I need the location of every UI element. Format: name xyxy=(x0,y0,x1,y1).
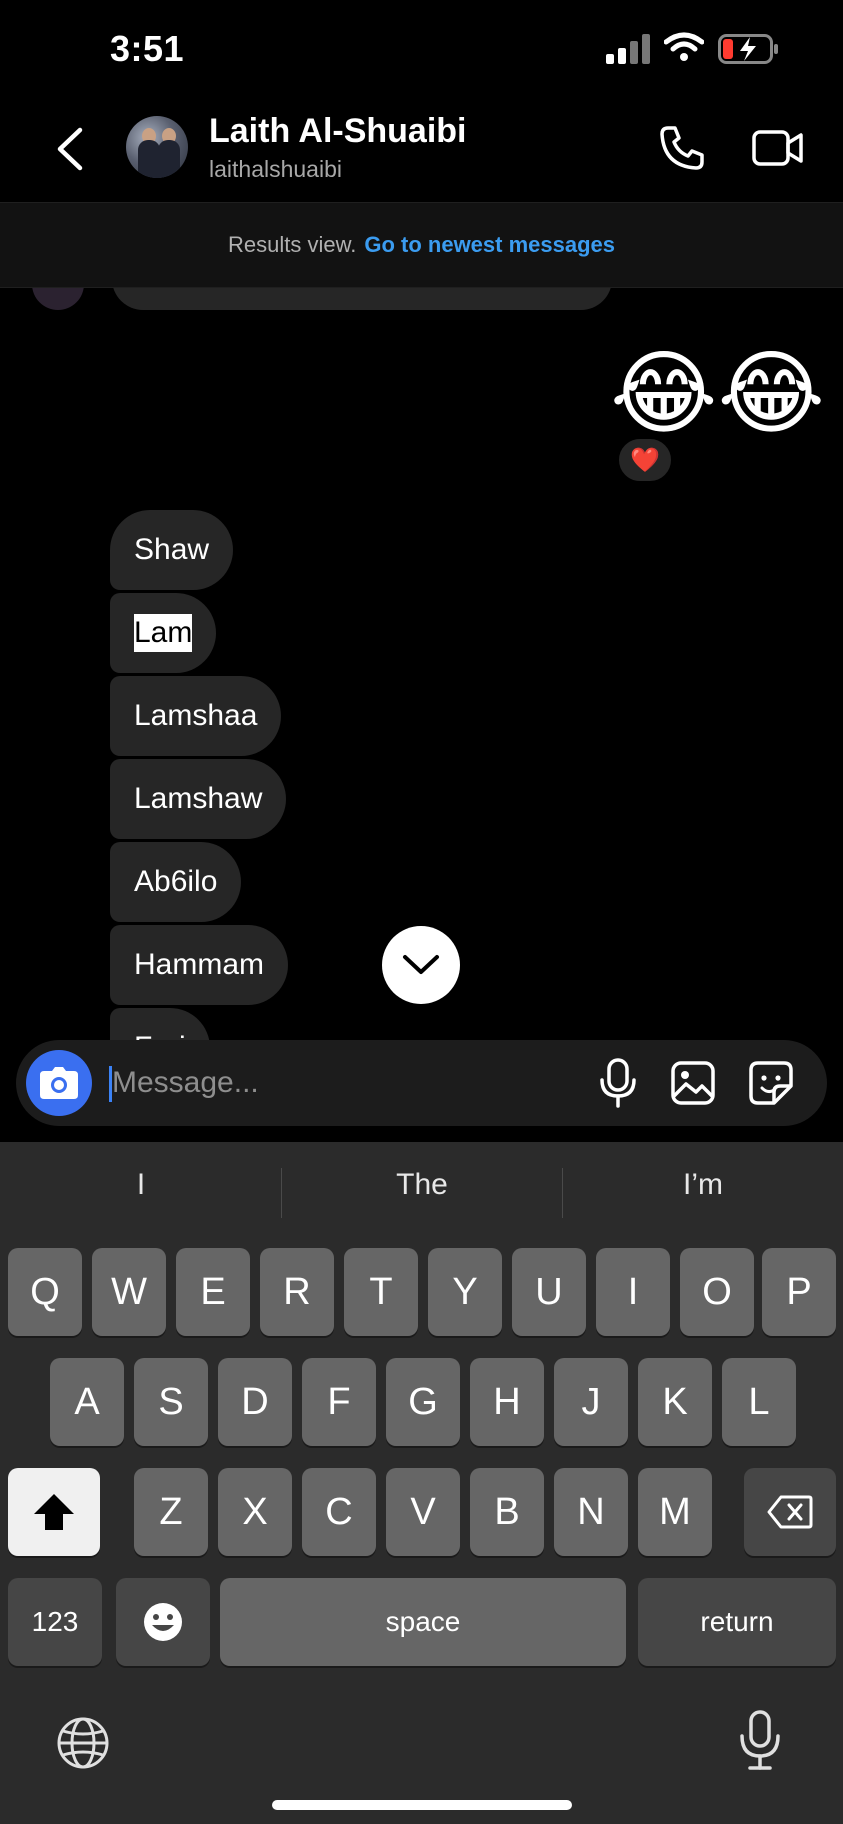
key-r[interactable]: R xyxy=(260,1248,334,1336)
wifi-icon xyxy=(664,32,704,61)
key-a[interactable]: A xyxy=(50,1358,124,1446)
camera-icon xyxy=(40,1067,78,1099)
numbers-key[interactable]: 123 xyxy=(8,1578,102,1666)
key-h[interactable]: H xyxy=(470,1358,544,1446)
key-k[interactable]: K xyxy=(638,1358,712,1446)
key-w[interactable]: W xyxy=(92,1248,166,1336)
key-e[interactable]: E xyxy=(176,1248,250,1336)
status-time: 3:51 xyxy=(110,28,185,69)
chat-header: Laith Al-Shuaibi laithalshuaibi xyxy=(0,100,843,202)
message-text: Ab6ilo xyxy=(134,865,218,898)
scroll-to-bottom-button[interactable] xyxy=(382,926,460,1004)
message-input[interactable] xyxy=(112,1060,492,1106)
contact-name[interactable]: Laith Al-Shuaibi xyxy=(209,112,467,151)
message-bubble[interactable]: Fari xyxy=(110,1008,210,1040)
camera-button[interactable] xyxy=(26,1050,92,1116)
video-call-icon[interactable] xyxy=(752,126,804,170)
key-d[interactable]: D xyxy=(218,1358,292,1446)
go-to-newest-link[interactable]: Go to newest messages xyxy=(364,232,615,258)
sender-avatar xyxy=(32,288,84,310)
contact-handle[interactable]: laithalshuaibi xyxy=(209,156,342,183)
return-key[interactable]: return xyxy=(638,1578,836,1666)
backspace-icon xyxy=(767,1495,813,1529)
key-j[interactable]: J xyxy=(554,1358,628,1446)
contact-avatar[interactable] xyxy=(126,116,188,178)
key-o[interactable]: O xyxy=(680,1248,754,1336)
emoji-message[interactable]: 😂😂 xyxy=(610,348,825,440)
key-z[interactable]: Z xyxy=(134,1468,208,1556)
gallery-icon[interactable] xyxy=(670,1060,716,1106)
key-i[interactable]: I xyxy=(596,1248,670,1336)
message-text: Fari xyxy=(134,1031,186,1040)
shift-arrow-icon xyxy=(34,1494,74,1530)
heart-reaction[interactable]: ❤️ xyxy=(616,436,674,484)
key-u[interactable]: U xyxy=(512,1248,586,1336)
shift-key[interactable] xyxy=(8,1468,100,1556)
key-q[interactable]: Q xyxy=(8,1248,82,1336)
message-text: Lamshaw xyxy=(134,782,263,815)
key-f[interactable]: F xyxy=(302,1358,376,1446)
predictive-text-bar: I The I’m xyxy=(0,1142,843,1242)
dictation-mic-icon[interactable] xyxy=(738,1710,782,1772)
key-p[interactable]: P xyxy=(762,1248,836,1336)
message-bubble[interactable]: Lamshaa xyxy=(110,676,282,756)
key-g[interactable]: G xyxy=(386,1358,460,1446)
cellular-signal-icon xyxy=(606,34,650,64)
message-bubble[interactable]: Ab6ilo xyxy=(110,842,242,922)
phone-call-icon[interactable] xyxy=(658,124,706,172)
message-bubble[interactable]: Lam xyxy=(110,593,217,673)
key-l[interactable]: L xyxy=(722,1358,796,1446)
battery-charging-icon xyxy=(718,34,778,64)
emoji-key[interactable] xyxy=(116,1578,210,1666)
message-text: Hammam xyxy=(134,948,265,981)
space-key[interactable]: space xyxy=(220,1578,626,1666)
globe-icon[interactable] xyxy=(56,1716,110,1770)
key-x[interactable]: X xyxy=(218,1468,292,1556)
message-bubble[interactable]: Shaw xyxy=(110,510,234,590)
key-s[interactable]: S xyxy=(134,1358,208,1446)
back-chevron-icon[interactable] xyxy=(52,126,88,172)
results-view-banner: Results view. Go to newest messages xyxy=(0,202,843,288)
key-y[interactable]: Y xyxy=(428,1248,502,1336)
message-bubble[interactable]: Lamshaw xyxy=(110,759,287,839)
message-bubble[interactable]: Hammam xyxy=(110,925,289,1005)
keyboard: I The I’m Q W E R T Y U I O P A S D F G … xyxy=(0,1142,843,1824)
key-m[interactable]: M xyxy=(638,1468,712,1556)
message-composer xyxy=(16,1040,827,1126)
key-c[interactable]: C xyxy=(302,1468,376,1556)
home-indicator[interactable] xyxy=(272,1800,572,1810)
suggestion-item[interactable]: I xyxy=(1,1168,281,1202)
message-text: Shaw xyxy=(134,533,210,566)
emoji-smiley-icon xyxy=(144,1603,182,1641)
chevron-down-icon xyxy=(403,955,439,974)
message-thread[interactable]: 😂😂 ❤️ Shaw Lam Lamshaa Lamshaw Ab6ilo Ha… xyxy=(0,288,843,1040)
suggestion-item[interactable]: The xyxy=(282,1168,562,1202)
delete-key[interactable] xyxy=(744,1468,836,1556)
microphone-icon[interactable] xyxy=(598,1058,638,1108)
sticker-icon[interactable] xyxy=(748,1060,794,1106)
key-t[interactable]: T xyxy=(344,1248,418,1336)
message-text-selected: Lam xyxy=(134,614,193,652)
key-v[interactable]: V xyxy=(386,1468,460,1556)
message-text: Lamshaa xyxy=(134,699,258,732)
message-bubble[interactable] xyxy=(112,288,612,310)
key-b[interactable]: B xyxy=(470,1468,544,1556)
key-n[interactable]: N xyxy=(554,1468,628,1556)
results-view-text: Results view. xyxy=(227,232,357,257)
status-bar: 3:51 xyxy=(0,0,843,100)
suggestion-item[interactable]: I’m xyxy=(563,1168,843,1202)
